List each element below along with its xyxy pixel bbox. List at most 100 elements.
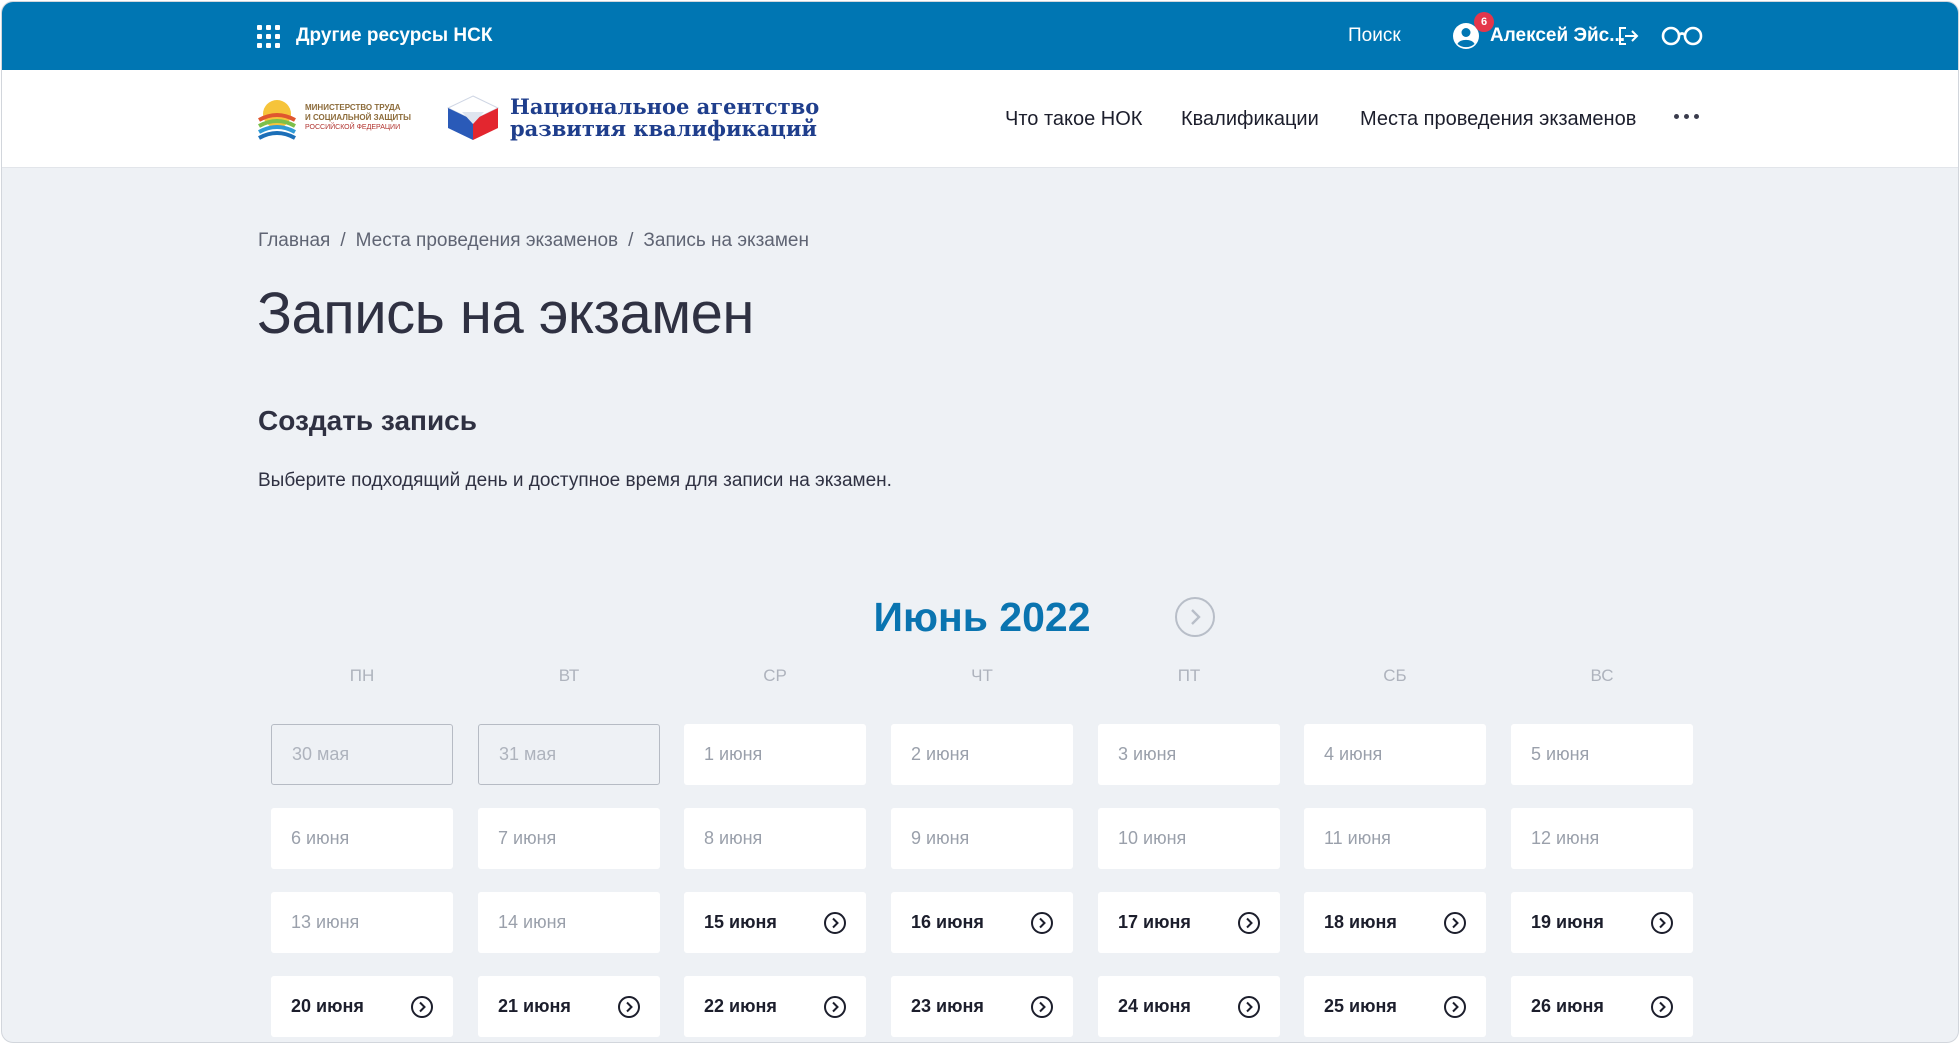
- chevron-right-icon: [1031, 995, 1053, 1018]
- calendar-day: 8 июня: [684, 808, 866, 869]
- chevron-right-icon: [1031, 911, 1053, 934]
- calendar-day[interactable]: 15 июня: [684, 892, 866, 953]
- calendar-day: 3 июня: [1098, 724, 1280, 785]
- breadcrumb-current: Запись на экзамен: [643, 230, 809, 251]
- calendar-day: 6 июня: [271, 808, 453, 869]
- weekday-header: СБ: [1383, 666, 1407, 685]
- user-profile-link[interactable]: 6 Алексей Эйс...: [1452, 2, 1625, 70]
- calendar-day-label: 7 июня: [498, 828, 557, 848]
- agency-name: Национальное агентство развития квалифик…: [510, 94, 820, 141]
- weekday-header: ВТ: [558, 666, 580, 685]
- nav-qualifications[interactable]: Квалификации: [1181, 70, 1319, 168]
- breadcrumb: Главная / Места проведения экзаменов / З…: [258, 230, 809, 252]
- calendar-day-label: 16 июня: [911, 912, 984, 932]
- calendar-day-label: 23 июня: [911, 996, 984, 1016]
- calendar-day-label: 21 июня: [498, 996, 571, 1016]
- calendar-day: 10 июня: [1098, 808, 1280, 869]
- calendar-day-label: 26 июня: [1531, 996, 1604, 1016]
- calendar-day-label: 18 июня: [1324, 912, 1397, 932]
- calendar-day: 2 июня: [891, 724, 1073, 785]
- calendar-day[interactable]: 26 июня: [1511, 976, 1693, 1037]
- chevron-right-icon: [1444, 911, 1466, 934]
- next-month-button[interactable]: [1175, 597, 1215, 637]
- chevron-right-icon: [1238, 995, 1260, 1018]
- calendar-day: 12 июня: [1511, 808, 1693, 869]
- calendar-day-label: 11 июня: [1324, 828, 1391, 848]
- calendar-day[interactable]: 19 июня: [1511, 892, 1693, 953]
- site-header: Министерство труда и социальной защиты Р…: [2, 70, 1958, 168]
- calendar-day-label: 17 июня: [1118, 912, 1191, 932]
- breadcrumb-home[interactable]: Главная: [258, 230, 330, 252]
- other-resources-label: Другие ресурсы НСК: [296, 25, 493, 46]
- calendar-day-label: 8 июня: [704, 828, 763, 848]
- user-avatar-icon: 6: [1452, 12, 1494, 50]
- calendar-day: 13 июня: [271, 892, 453, 953]
- calendar-day-label: 2 июня: [911, 744, 970, 764]
- calendar-day[interactable]: 22 июня: [684, 976, 866, 1037]
- calendar-day-label: 24 июня: [1118, 996, 1191, 1016]
- calendar-day: 30 мая: [271, 724, 453, 785]
- top-bar: Другие ресурсы НСК Поиск 6 Алексей Эйс..…: [2, 2, 1958, 70]
- chevron-right-icon: [1444, 995, 1466, 1018]
- calendar-day[interactable]: 20 июня: [271, 976, 453, 1037]
- calendar-day: 4 июня: [1304, 724, 1486, 785]
- calendar-day: 31 мая: [478, 724, 660, 785]
- weekday-header: ПН: [349, 666, 375, 685]
- calendar-day[interactable]: 21 июня: [478, 976, 660, 1037]
- nav-exam-locations[interactable]: Места проведения экзаменов: [1360, 70, 1636, 168]
- calendar-day-label: 19 июня: [1531, 912, 1604, 932]
- calendar-day[interactable]: 16 июня: [891, 892, 1073, 953]
- calendar-day[interactable]: 18 июня: [1304, 892, 1486, 953]
- ministry-emblem-icon: [258, 100, 296, 140]
- calendar-day-label: 31 мая: [499, 744, 557, 764]
- calendar-day: 9 июня: [891, 808, 1073, 869]
- chevron-right-icon: [411, 995, 433, 1018]
- ministry-logo[interactable]: Министерство труда и социальной защиты Р…: [257, 96, 411, 140]
- browser-page: Другие ресурсы НСК Поиск 6 Алексей Эйс..…: [1, 1, 1959, 1043]
- weekday-header: ПТ: [1177, 666, 1201, 685]
- chevron-right-icon: [1191, 609, 1201, 625]
- calendar-day: 1 июня: [684, 724, 866, 785]
- calendar-day[interactable]: 17 июня: [1098, 892, 1280, 953]
- breadcrumb-separator: /: [628, 230, 634, 251]
- calendar-day-label: 30 мая: [292, 744, 350, 764]
- agency-cube-icon: [446, 95, 500, 140]
- chevron-right-icon: [824, 911, 846, 934]
- calendar-day: 7 июня: [478, 808, 660, 869]
- calendar-day[interactable]: 25 июня: [1304, 976, 1486, 1037]
- other-resources-link[interactable]: Другие ресурсы НСК: [257, 2, 492, 70]
- nav-what-is-nok[interactable]: Что такое НОК: [1005, 70, 1142, 168]
- breadcrumb-exam-locations[interactable]: Места проведения экзаменов: [356, 230, 619, 252]
- calendar-day: 14 июня: [478, 892, 660, 953]
- more-menu-icon[interactable]: [1674, 114, 1699, 119]
- chevron-right-icon: [1651, 995, 1673, 1018]
- agency-logo[interactable]: Национальное агентство развития квалифик…: [444, 94, 819, 142]
- calendar-day: 11 июня: [1304, 808, 1486, 869]
- weekday-header: ВС: [1590, 666, 1614, 685]
- calendar-day[interactable]: 23 июня: [891, 976, 1073, 1037]
- calendar-day-label: 13 июня: [291, 912, 360, 932]
- chevron-right-icon: [824, 995, 846, 1018]
- chevron-right-icon: [1651, 911, 1673, 934]
- notification-badge: 6: [1474, 12, 1494, 32]
- calendar-day-label: 10 июня: [1118, 828, 1187, 848]
- weekday-header: ЧТ: [971, 666, 993, 685]
- weekday-header: СР: [763, 666, 787, 685]
- calendar-day-label: 3 июня: [1118, 744, 1177, 764]
- calendar-day-label: 20 июня: [291, 996, 364, 1016]
- calendar-day-label: 6 июня: [291, 828, 350, 848]
- calendar-day-label: 5 июня: [1531, 744, 1590, 764]
- logout-icon[interactable]: [1616, 24, 1640, 53]
- calendar-day[interactable]: 24 июня: [1098, 976, 1280, 1037]
- page-title: Запись на экзамен: [257, 281, 754, 346]
- search-link[interactable]: Поиск: [1348, 2, 1401, 70]
- ministry-logo-text: Министерство труда и социальной защиты Р…: [305, 103, 411, 131]
- chevron-right-icon: [618, 995, 640, 1018]
- description-text: Выберите подходящий день и доступное вре…: [258, 470, 892, 491]
- section-title: Создать запись: [258, 405, 477, 436]
- accessibility-glasses-icon[interactable]: [1660, 22, 1704, 53]
- calendar-day-label: 14 июня: [498, 912, 567, 932]
- calendar-day-label: 4 июня: [1324, 744, 1383, 764]
- chevron-right-icon: [1238, 911, 1260, 934]
- calendar-day-label: 15 июня: [704, 912, 777, 932]
